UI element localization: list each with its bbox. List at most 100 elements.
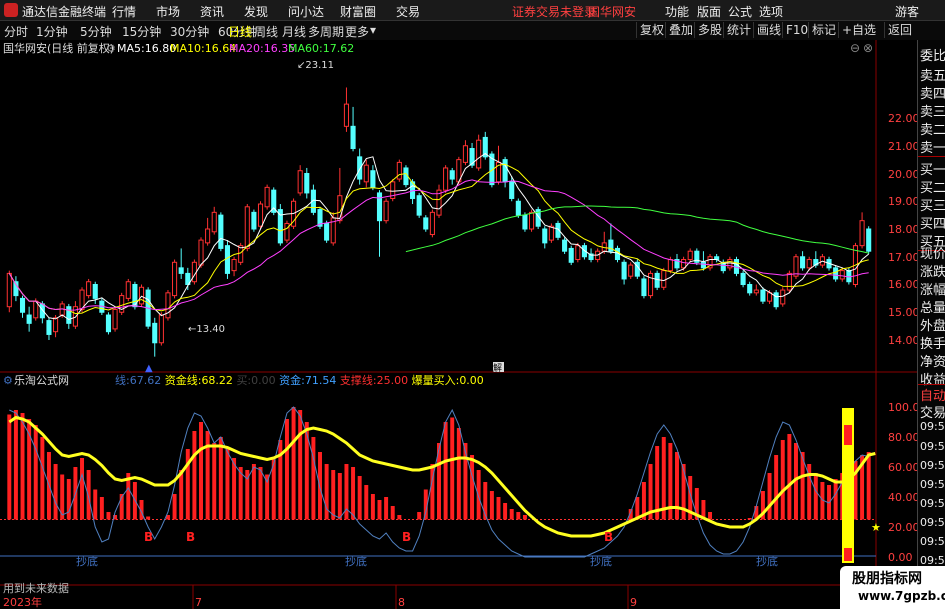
trade-tab[interactable]: 交易 bbox=[920, 402, 945, 421]
period-1min[interactable]: 1分钟 bbox=[36, 23, 68, 40]
period-30min[interactable]: 30分钟 bbox=[170, 23, 209, 40]
indicator-bar bbox=[866, 452, 871, 520]
indicator-bar bbox=[675, 452, 679, 520]
event-triangle-icon[interactable]: ▲ bbox=[145, 363, 153, 374]
bottom-signal-label: 抄底 bbox=[76, 554, 98, 568]
period-multi[interactable]: 多周期 bbox=[308, 23, 344, 40]
menu-banmian[interactable]: 版面 bbox=[697, 3, 721, 20]
period-weekly[interactable]: 周线 bbox=[254, 23, 278, 40]
quote-sidebar: 委比 卖五 卖四 卖三 卖二 卖一 买一 买二 买三 买四 买五 现价 涨跌 涨… bbox=[917, 40, 945, 585]
login-warning[interactable]: 证券交易未登录 bbox=[512, 3, 596, 20]
time-label: 8 bbox=[398, 596, 405, 609]
candle-up bbox=[687, 250, 693, 261]
site-watermark: 股朋指标网 www.7gpzb.com bbox=[840, 566, 945, 609]
indicator-bar bbox=[364, 485, 369, 520]
tool-duogu[interactable]: 多股 bbox=[694, 22, 725, 38]
indicator-tick: 40.00 bbox=[888, 491, 917, 504]
period-15min[interactable]: 15分钟 bbox=[122, 23, 161, 40]
indicator-bar bbox=[370, 494, 375, 520]
candle-up bbox=[753, 289, 759, 294]
tool-add-watchlist[interactable]: +自选 bbox=[838, 22, 879, 38]
indicator-bar bbox=[20, 413, 25, 520]
indicator-bar bbox=[787, 434, 792, 520]
period-daily[interactable]: 日线 bbox=[228, 23, 252, 40]
menu-gongshi[interactable]: 公式 bbox=[728, 3, 752, 20]
tool-fuquan[interactable]: 复权 bbox=[636, 22, 667, 38]
watermark-title: 股朋指标网 bbox=[852, 571, 922, 587]
indicator-tick: 80.00 bbox=[888, 431, 917, 444]
sidebar-item: 买二 bbox=[920, 181, 945, 196]
sidebar-item: 涨跌 bbox=[920, 265, 945, 280]
menu-xuanxiang[interactable]: 选项 bbox=[759, 3, 783, 20]
tool-huaxian[interactable]: 画线 bbox=[753, 22, 784, 38]
main-panel-title: 国华网安(日线 前复权) bbox=[3, 41, 114, 55]
indicator-bar bbox=[516, 512, 521, 520]
candle-up bbox=[158, 314, 164, 344]
stock-chart[interactable]: 国华网安(日线 前复权) ⚙ MA5:16.80 MA10:16.64 MA20… bbox=[0, 40, 917, 609]
sidebar-item: 委比 bbox=[920, 49, 945, 64]
candle-up bbox=[86, 281, 92, 297]
price-tick: 16.00 bbox=[888, 278, 917, 291]
candle-up bbox=[780, 289, 786, 305]
stock-name: 国华网安 bbox=[588, 5, 637, 19]
indicator-bar bbox=[258, 467, 263, 520]
menu-bar: 通达信金融终端 行情 市场 资讯 发现 问小达 财富圈 交易 证券交易未登录 国… bbox=[0, 0, 945, 21]
menu-zixun[interactable]: 资讯 bbox=[200, 3, 224, 20]
menu-shichang[interactable]: 市场 bbox=[156, 3, 180, 20]
period-fenshi[interactable]: 分时 bbox=[4, 23, 28, 40]
minimize-icon[interactable]: ⊖ bbox=[850, 41, 860, 55]
menu-jiaoyi[interactable]: 交易 bbox=[396, 3, 420, 20]
future-data-note: 用到未来数据 bbox=[3, 581, 69, 595]
candle-up bbox=[859, 220, 865, 247]
menu-faxian[interactable]: 发现 bbox=[244, 3, 268, 20]
period-5min[interactable]: 5分钟 bbox=[80, 23, 112, 40]
tool-f10[interactable]: F10 bbox=[782, 22, 811, 38]
period-more[interactable]: 更多 bbox=[345, 23, 369, 40]
indicator-bar bbox=[106, 512, 111, 520]
close-icon[interactable]: ⊗ bbox=[863, 41, 873, 55]
candle-up bbox=[839, 270, 845, 280]
settings-gear-icon[interactable]: ⚙ bbox=[106, 42, 116, 55]
menu-hangqing[interactable]: 行情 bbox=[112, 3, 136, 20]
tool-tongji[interactable]: 统计 bbox=[723, 22, 754, 38]
indicator-tick: 20.00 bbox=[888, 521, 917, 534]
indicator-bar bbox=[93, 489, 98, 520]
app-logo-icon bbox=[4, 3, 18, 17]
menu-caifuquan[interactable]: 财富圈 bbox=[340, 3, 376, 20]
panel-settings-icon[interactable]: ⚙ bbox=[3, 374, 13, 387]
candle-up bbox=[172, 261, 178, 297]
indicator-bar bbox=[40, 437, 45, 520]
indicator-bar bbox=[179, 470, 184, 520]
candle-down bbox=[39, 303, 45, 319]
tool-diejia[interactable]: 叠加 bbox=[665, 22, 696, 38]
ma60-label: MA60:17.62 bbox=[288, 42, 354, 55]
chevron-down-icon[interactable]: ▾ bbox=[370, 23, 376, 37]
candle-down bbox=[760, 289, 766, 302]
tool-back[interactable]: 返回 bbox=[884, 22, 915, 38]
indicator-bar bbox=[456, 428, 461, 520]
indicator-bar bbox=[331, 470, 336, 520]
candle-down bbox=[700, 261, 706, 269]
candle-down bbox=[562, 239, 568, 252]
guest-label[interactable]: 游客 bbox=[895, 3, 919, 20]
sidebar-item: 涨幅 bbox=[920, 283, 945, 298]
tool-biaoji[interactable]: 标记 bbox=[808, 22, 839, 38]
sidebar-item: 买一 bbox=[920, 163, 945, 178]
indicator-bar bbox=[212, 443, 217, 520]
indicator-bar bbox=[185, 449, 190, 520]
price-axis: 22.00 21.00 20.00 19.00 18.00 17.00 16.0… bbox=[888, 112, 917, 347]
signal-red-segment bbox=[844, 548, 852, 561]
menu-wenxiaoda[interactable]: 问小达 bbox=[288, 3, 324, 20]
indicator-bar bbox=[7, 414, 12, 520]
candle-down bbox=[19, 297, 26, 313]
indicator-bar bbox=[357, 476, 362, 520]
indicator-bar bbox=[443, 422, 448, 520]
period-monthly[interactable]: 月线 bbox=[282, 23, 306, 40]
candle-up bbox=[396, 161, 402, 180]
candle-down bbox=[218, 214, 224, 249]
menu-gongneng[interactable]: 功能 bbox=[665, 3, 689, 20]
sidebar-divider bbox=[918, 156, 945, 157]
price-tick: 17.00 bbox=[888, 251, 917, 264]
indicator-bar bbox=[390, 506, 395, 520]
candle-down bbox=[833, 267, 839, 280]
